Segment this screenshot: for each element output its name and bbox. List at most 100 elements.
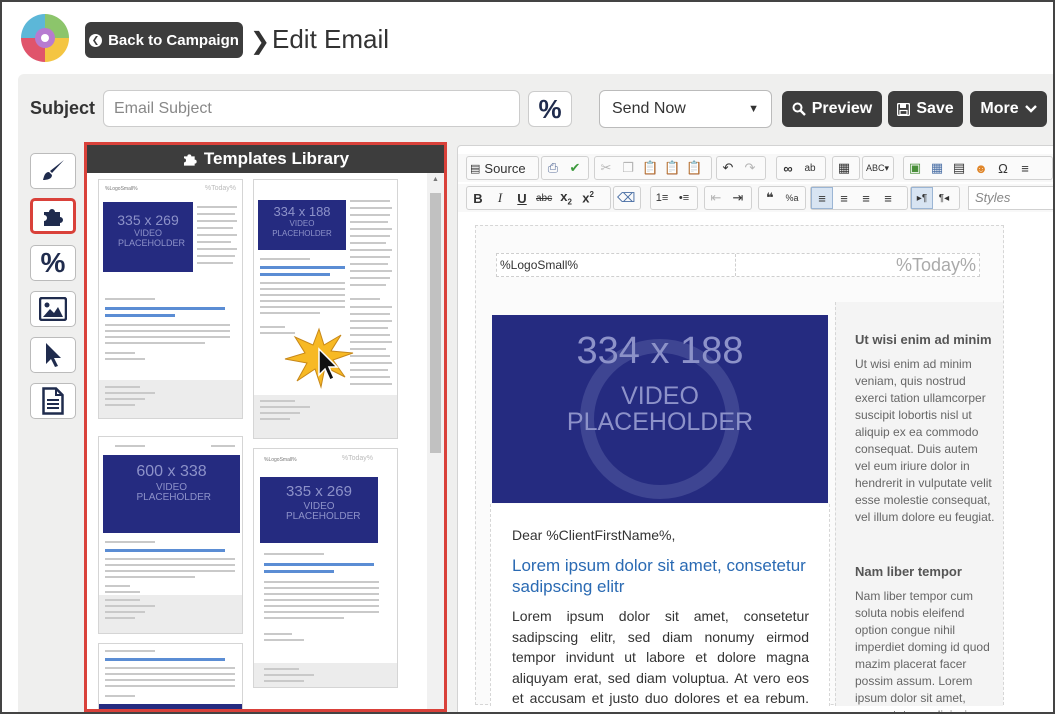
templates-tool-button[interactable] — [30, 198, 76, 234]
special-char-button[interactable]: Ω — [992, 157, 1014, 179]
source-button[interactable]: ▤ Source — [467, 157, 529, 179]
document-tool-button[interactable] — [30, 383, 76, 419]
justify-icon: ≡ — [884, 190, 892, 206]
floppy-icon — [897, 102, 911, 116]
horizontal-line-button[interactable]: ▤ — [948, 157, 970, 179]
save-button[interactable]: Save — [888, 91, 963, 127]
align-center-button[interactable]: ≡ — [833, 187, 855, 209]
numbered-list-button[interactable]: 1≡ — [651, 187, 673, 209]
align-right-button[interactable]: ≡ — [855, 187, 877, 209]
find-button[interactable]: ∞ — [777, 157, 799, 179]
insert-image-button[interactable]: ▣ — [904, 157, 926, 179]
back-to-campaign-button[interactable]: ❮ Back to Campaign — [85, 22, 243, 58]
template-thumbnail[interactable]: 334 x 188 VIDEO PLACEHOLDER — [253, 179, 398, 439]
select-tool-button[interactable] — [30, 337, 76, 373]
superscript-button[interactable]: x2 — [577, 187, 599, 209]
remove-format-button[interactable]: ⌫ — [614, 187, 638, 209]
indent-button[interactable]: ⇥ — [727, 187, 749, 209]
paste-word-button[interactable]: 📋 — [683, 157, 705, 179]
insert-table-button[interactable]: ▦ — [926, 157, 948, 179]
template-video-size: 335 x 269 — [286, 483, 352, 500]
spell-check-dropdown[interactable]: ABC▾ — [863, 157, 892, 179]
blockquote-button[interactable]: ❝ — [759, 187, 781, 209]
rtl-button[interactable]: ¶◂ — [933, 187, 955, 209]
template-thumbnail[interactable]: %LogoSmall% %Today% 335 x 269 VIDEO PLAC… — [253, 448, 398, 688]
redo-button[interactable]: ↷ — [739, 157, 761, 179]
chevron-right-icon: ❯ — [250, 28, 271, 55]
save-label: Save — [916, 100, 954, 117]
images-tool-button[interactable] — [30, 291, 76, 327]
app-window: ❮ Back to Campaign ❯ Edit Email Subject … — [0, 0, 1055, 714]
merge-field-button[interactable]: % — [528, 91, 572, 127]
select-all-button[interactable]: ▦ — [833, 157, 855, 179]
justify-button[interactable]: ≡ — [877, 187, 899, 209]
template-thumbnail[interactable]: %LogoSmall% %Today% 335 x 269 VIDEO PLAC… — [98, 179, 243, 419]
bold-button[interactable]: B — [467, 187, 489, 209]
subject-input[interactable] — [103, 90, 520, 127]
sidebar-heading: Nam liber tempor — [855, 564, 962, 579]
select-all-icon: ▦ — [837, 160, 851, 175]
smiley-button[interactable]: ☻ — [970, 157, 992, 179]
bulleted-list-button[interactable]: •≡ — [673, 187, 695, 209]
template-video-size: 335 x 269 — [117, 212, 179, 228]
page-break-icon: ≡ — [1021, 160, 1029, 176]
logo-row[interactable]: %LogoSmall% %Today% — [496, 253, 980, 277]
paste-button[interactable]: 📋 — [639, 157, 661, 179]
bold-icon: B — [473, 190, 483, 206]
video-placeholder[interactable]: 334 x 188 VIDEO PLACEHOLDER — [492, 315, 828, 503]
subscript-button[interactable]: x2 — [555, 187, 577, 209]
brush-icon — [43, 160, 64, 180]
print-icon: ⎙ — [547, 160, 559, 175]
body-text: Lorem ipsum dolor sit amet, consetetur s… — [512, 608, 809, 712]
design-tool-button[interactable] — [30, 153, 76, 189]
email-main-column[interactable]: Dear %ClientFirstName%, Lorem ipsum dolo… — [490, 504, 830, 712]
app-logo[interactable] — [20, 13, 70, 63]
editor-canvas[interactable]: %LogoSmall% %Today% 334 x 188 VIDEO PLAC… — [466, 215, 1053, 712]
strikethrough-icon: abc — [536, 192, 553, 204]
email-body[interactable]: %LogoSmall% %Today% 334 x 188 VIDEO PLAC… — [475, 225, 1004, 712]
scroll-up-icon[interactable]: ▲ — [430, 176, 441, 186]
paste-text-button[interactable]: 📋 — [661, 157, 683, 179]
underline-button[interactable]: U — [511, 187, 533, 209]
send-option-select[interactable]: Send Now ▼ — [599, 90, 772, 128]
copy-button[interactable]: ❐ — [617, 157, 639, 179]
page-break-button[interactable]: ≡ — [1014, 157, 1036, 179]
templates-scrollbar-thumb[interactable] — [430, 193, 441, 453]
print-button[interactable]: ⎙ — [542, 157, 564, 179]
styles-placeholder: Styles — [975, 190, 1011, 205]
italic-button[interactable]: I — [489, 187, 511, 209]
align-left-button[interactable]: ≡ — [811, 187, 833, 209]
more-label: More — [980, 100, 1019, 117]
outdent-button[interactable]: ⇤ — [705, 187, 727, 209]
div-button[interactable]: %a — [781, 187, 803, 209]
play-ring-icon — [580, 339, 740, 499]
email-sidebar-column[interactable]: Ut wisi enim ad minim Ut wisi enim ad mi… — [835, 302, 1003, 712]
preview-button[interactable]: Preview — [782, 91, 882, 127]
subscript-icon: x2 — [560, 189, 572, 207]
spellcheck-button[interactable]: ✔ — [564, 157, 586, 179]
cursor-icon — [46, 343, 61, 367]
template-video-size: 334 x 188 — [273, 204, 331, 219]
percent-icon: % — [40, 247, 66, 278]
template-video-placeholder: VIDEO PLACEHOLDER — [286, 501, 361, 522]
align-left-icon: ≡ — [818, 190, 826, 206]
cut-button[interactable]: ✂ — [595, 157, 617, 179]
ltr-icon: ▸¶ — [916, 192, 928, 204]
date-token: %Today% — [895, 255, 976, 275]
more-button[interactable]: More — [970, 91, 1047, 127]
italic-icon: I — [497, 190, 503, 205]
undo-button[interactable]: ↶ — [717, 157, 739, 179]
templates-library-title: Templates Library — [203, 149, 350, 168]
template-video-placeholder: VIDEO PLACEHOLDER — [136, 482, 211, 503]
replace-button[interactable]: ab — [799, 157, 821, 179]
template-thumbnail[interactable] — [98, 643, 243, 709]
align-right-icon: ≡ — [862, 190, 870, 206]
sidebar-heading: Ut wisi enim ad minim — [855, 332, 992, 347]
div-icon: %a — [785, 193, 799, 203]
styles-dropdown[interactable]: Styles — [968, 186, 1053, 210]
strike-button[interactable]: abc — [533, 187, 555, 209]
merge-fields-tool-button[interactable]: % — [30, 245, 76, 281]
ltr-button[interactable]: ▸¶ — [911, 187, 933, 209]
source-label: Source — [484, 160, 526, 176]
template-thumbnail[interactable]: 600 x 338 VIDEO PLACEHOLDER — [98, 436, 243, 634]
